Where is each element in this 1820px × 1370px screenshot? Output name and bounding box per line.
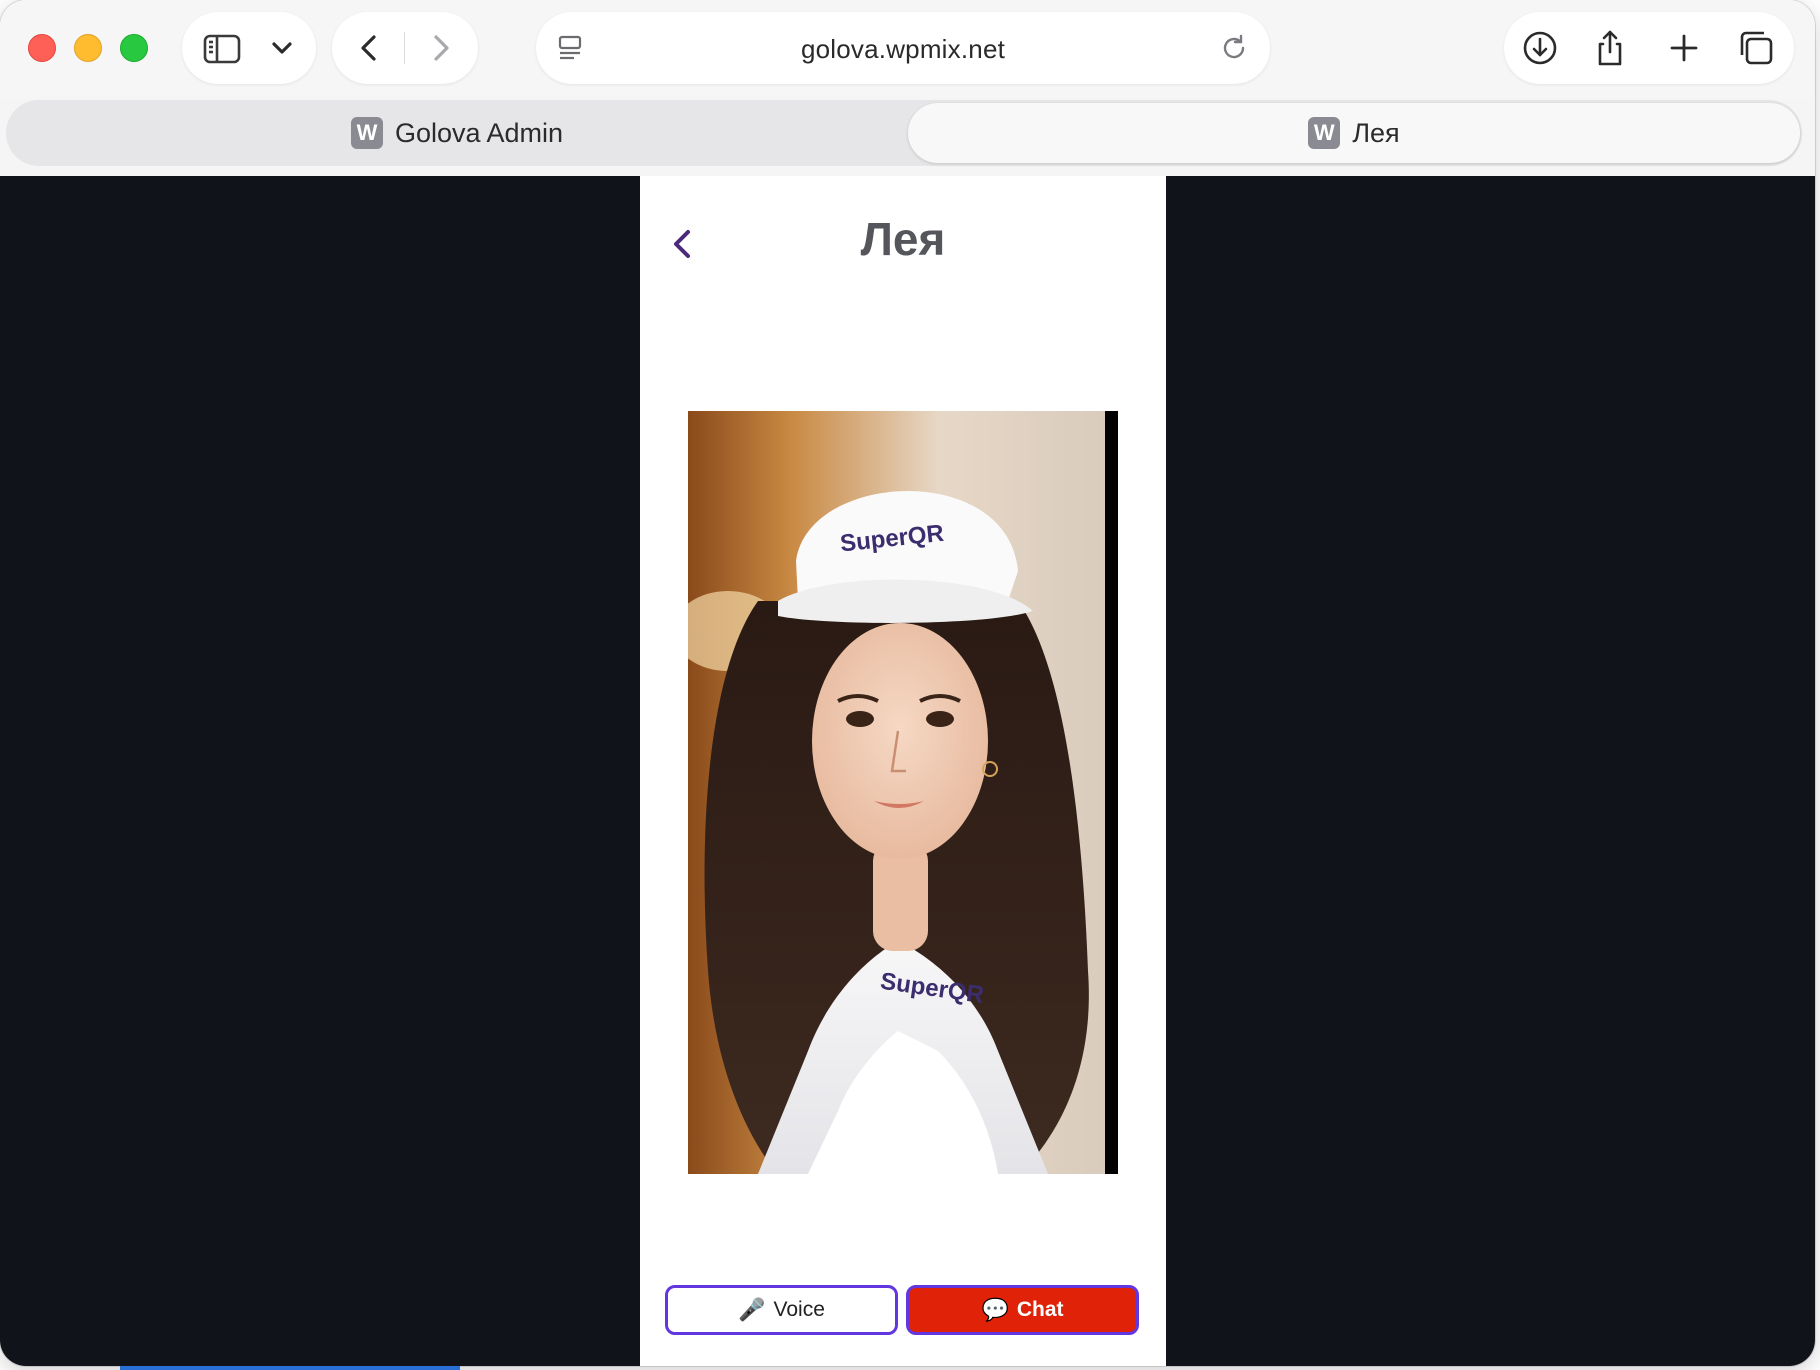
tabs-icon[interactable] bbox=[1734, 26, 1778, 70]
url-text: golova.wpmix.net bbox=[800, 34, 1006, 64]
mobile-panel: Лея SuperQR SuperQR 🎤 Voice 💬 Chat bbox=[640, 176, 1166, 1366]
chat-button[interactable]: 💬 Chat bbox=[906, 1285, 1139, 1335]
wordpress-favicon-icon: W bbox=[350, 117, 383, 149]
tab-leya[interactable]: W Лея bbox=[908, 103, 1800, 163]
chevron-left-icon[interactable] bbox=[348, 26, 392, 70]
minimize-window-button[interactable] bbox=[74, 34, 102, 62]
tab-label: Лея bbox=[1352, 117, 1400, 148]
sidebar-control-group bbox=[182, 12, 316, 84]
tab-golova-admin[interactable]: W Golova Admin bbox=[8, 103, 906, 163]
chat-button-label: Chat bbox=[1016, 1298, 1064, 1321]
nav-divider bbox=[404, 32, 405, 64]
chevron-down-icon[interactable] bbox=[260, 26, 304, 70]
sidebar-icon[interactable] bbox=[200, 26, 244, 70]
web-content: Лея SuperQR SuperQR 🎤 Voice 💬 Chat bbox=[0, 176, 1815, 1366]
browser-window: golova.wpmix.net W Golova Admin W Лея Ле… bbox=[0, 0, 1815, 1366]
portrait-image: SuperQR SuperQR bbox=[688, 411, 1105, 1174]
background-window-edge bbox=[120, 1366, 460, 1370]
download-icon[interactable] bbox=[1518, 26, 1562, 70]
tab-bar: W Golova Admin W Лея bbox=[6, 100, 1802, 166]
reload-icon[interactable] bbox=[1212, 26, 1256, 70]
chevron-right-icon[interactable] bbox=[418, 26, 462, 70]
microphone-icon: 🎤 bbox=[738, 1297, 766, 1322]
voice-button-label: Voice bbox=[773, 1298, 825, 1321]
wordpress-favicon-icon: W bbox=[1308, 117, 1341, 149]
browser-toolbar: golova.wpmix.net bbox=[0, 0, 1815, 98]
voice-button[interactable]: 🎤 Voice bbox=[665, 1285, 898, 1335]
share-icon[interactable] bbox=[1588, 26, 1632, 70]
navigation-group bbox=[332, 12, 478, 84]
actions-group bbox=[1504, 12, 1794, 84]
page-title: Лея bbox=[860, 213, 946, 265]
plus-icon[interactable] bbox=[1662, 26, 1706, 70]
maximize-window-button[interactable] bbox=[120, 34, 148, 62]
close-window-button[interactable] bbox=[28, 34, 56, 62]
character-portrait: SuperQR SuperQR bbox=[688, 411, 1118, 1174]
address-bar[interactable]: golova.wpmix.net bbox=[536, 12, 1270, 84]
speech-bubble-icon: 💬 bbox=[981, 1297, 1009, 1322]
tab-label: Golova Admin bbox=[394, 117, 564, 148]
